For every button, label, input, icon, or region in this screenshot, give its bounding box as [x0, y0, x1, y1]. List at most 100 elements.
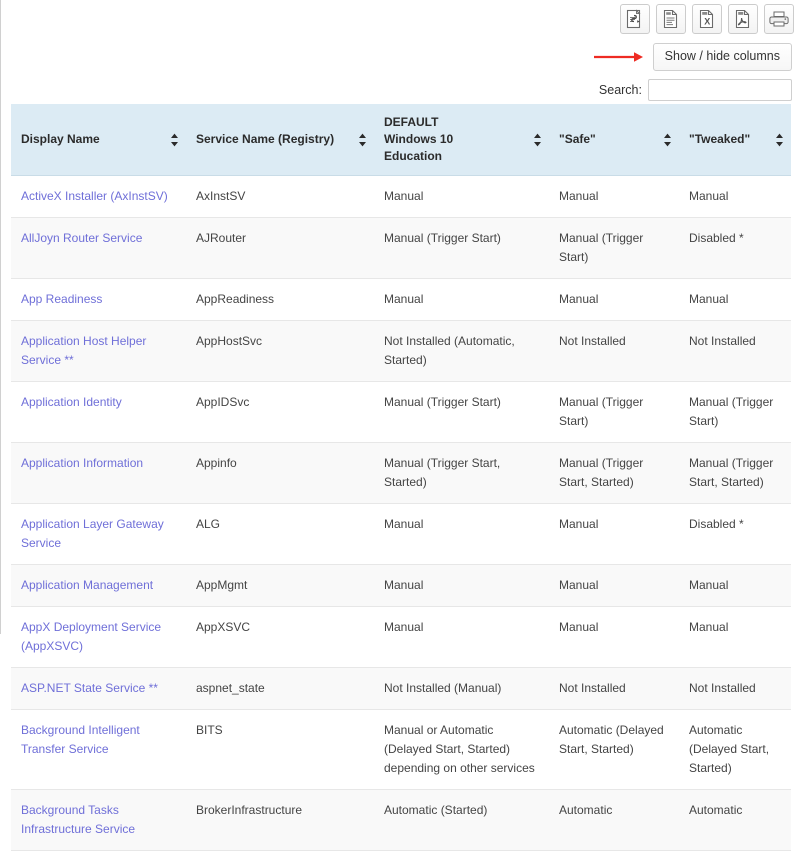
- services-table: Display Name Service Name (Registry): [11, 104, 791, 851]
- service-link[interactable]: Application Management: [21, 578, 153, 592]
- table-row: AllJoyn Router ServiceAJRouterManual (Tr…: [11, 218, 791, 279]
- cell-default: Not Installed (Manual): [374, 668, 549, 710]
- cell-tweaked: Automatic: [679, 790, 791, 851]
- cell-tweaked: Manual: [679, 176, 791, 218]
- column-header-display-name[interactable]: Display Name: [11, 104, 186, 176]
- cell-display-name: Background Intelligent Transfer Service: [11, 710, 186, 790]
- cell-default: Manual (Trigger Start): [374, 218, 549, 279]
- service-link[interactable]: Background Tasks Infrastructure Service: [21, 803, 135, 836]
- table-row: Application Layer Gateway Service ALGManu…: [11, 504, 791, 565]
- column-visibility-row: Show / hide columns: [593, 43, 792, 71]
- service-link[interactable]: Application Identity: [21, 395, 122, 409]
- column-header-service-name[interactable]: Service Name (Registry): [186, 104, 374, 176]
- table-row: App ReadinessAppReadinessManualManualMan…: [11, 279, 791, 321]
- csv-button[interactable]: [656, 4, 686, 34]
- cell-display-name: ASP.NET State Service **: [11, 668, 186, 710]
- cell-safe: Manual (Trigger Start): [549, 382, 679, 443]
- sort-arrows-icon: [663, 133, 672, 147]
- column-header-line-2: Windows 10: [384, 132, 453, 146]
- show-hide-columns-button[interactable]: Show / hide columns: [653, 43, 792, 71]
- table-row: ASP.NET State Service **aspnet_stateNot …: [11, 668, 791, 710]
- cell-display-name: Application Layer Gateway Service: [11, 504, 186, 565]
- cell-service-name: AppMgmt: [186, 565, 374, 607]
- search-input[interactable]: [648, 79, 792, 101]
- cell-service-name: BITS: [186, 710, 374, 790]
- cell-service-name: AxInstSV: [186, 176, 374, 218]
- sort-arrows-icon: [170, 133, 179, 147]
- cell-default: Manual: [374, 279, 549, 321]
- table-row: Application ManagementAppMgmtManualManua…: [11, 565, 791, 607]
- search-label: Search:: [599, 83, 642, 97]
- cell-safe: Automatic (Delayed Start, Started): [549, 710, 679, 790]
- service-link[interactable]: Application Host Helper Service **: [21, 334, 146, 367]
- column-header-safe[interactable]: "Safe": [549, 104, 679, 176]
- pdf-button[interactable]: [728, 4, 758, 34]
- cell-display-name: Background Tasks Infrastructure Service: [11, 790, 186, 851]
- table-row: Application InformationAppinfoManual (Tr…: [11, 443, 791, 504]
- export-toolbar: X: [620, 4, 794, 34]
- cell-display-name: Application Information: [11, 443, 186, 504]
- cell-service-name: AppHostSvc: [186, 321, 374, 382]
- cell-default: Manual: [374, 565, 549, 607]
- cell-service-name: AJRouter: [186, 218, 374, 279]
- cell-default: Manual or Automatic (Delayed Start, Star…: [374, 710, 549, 790]
- cell-safe: Manual (Trigger Start, Started): [549, 443, 679, 504]
- service-link[interactable]: Application Layer Gateway Service: [21, 517, 164, 550]
- cell-tweaked: Not Installed: [679, 321, 791, 382]
- cell-safe: Not Installed: [549, 668, 679, 710]
- service-link[interactable]: AllJoyn Router Service: [21, 231, 142, 245]
- cell-service-name: BrokerInfrastructure: [186, 790, 374, 851]
- column-header-label: Service Name (Registry): [196, 132, 334, 146]
- cell-safe: Manual (Trigger Start): [549, 218, 679, 279]
- cell-safe: Automatic: [549, 790, 679, 851]
- cell-tweaked: Manual: [679, 607, 791, 668]
- copy-icon: [626, 9, 644, 29]
- excel-file-icon: X: [698, 9, 716, 29]
- cell-tweaked: Disabled *: [679, 504, 791, 565]
- excel-button[interactable]: X: [692, 4, 722, 34]
- cell-tweaked: Automatic (Delayed Start, Started): [679, 710, 791, 790]
- table-row: AppX Deployment Service (AppXSVC) AppXSVC…: [11, 607, 791, 668]
- cell-default: Manual (Trigger Start, Started): [374, 443, 549, 504]
- cell-tweaked: Not Installed: [679, 668, 791, 710]
- cell-tweaked: Manual (Trigger Start): [679, 382, 791, 443]
- red-arrow-icon: [593, 49, 645, 65]
- cell-default: Manual (Trigger Start): [374, 382, 549, 443]
- search-row: Search:: [599, 79, 792, 101]
- cell-safe: Manual: [549, 279, 679, 321]
- header-row: Display Name Service Name (Registry): [11, 104, 791, 176]
- cell-default: Manual: [374, 504, 549, 565]
- service-link[interactable]: App Readiness: [21, 292, 102, 306]
- cell-service-name: AppReadiness: [186, 279, 374, 321]
- column-header-label: Display Name: [21, 132, 100, 146]
- service-link[interactable]: Application Information: [21, 456, 143, 470]
- cell-safe: Manual: [549, 565, 679, 607]
- csv-file-icon: [662, 9, 680, 29]
- cell-service-name: AppXSVC: [186, 607, 374, 668]
- service-link[interactable]: Background Intelligent Transfer Service: [21, 723, 140, 756]
- copy-button[interactable]: [620, 4, 650, 34]
- cell-default: Automatic (Started): [374, 790, 549, 851]
- column-header-default[interactable]: DEFAULT Windows 10 Education: [374, 104, 549, 176]
- cell-default: Manual: [374, 607, 549, 668]
- table-row: ActiveX Installer (AxInstSV)AxInstSVManu…: [11, 176, 791, 218]
- service-link[interactable]: ActiveX Installer (AxInstSV): [21, 189, 168, 203]
- cell-display-name: Application Host Helper Service **: [11, 321, 186, 382]
- service-link[interactable]: ASP.NET State Service **: [21, 681, 158, 695]
- cell-safe: Manual: [549, 176, 679, 218]
- cell-display-name: AppX Deployment Service (AppXSVC): [11, 607, 186, 668]
- printer-icon: [769, 10, 789, 28]
- column-header-tweaked[interactable]: "Tweaked": [679, 104, 791, 176]
- cell-service-name: ALG: [186, 504, 374, 565]
- cell-service-name: AppIDSvc: [186, 382, 374, 443]
- sort-arrows-icon: [775, 133, 784, 147]
- services-table-container: Display Name Service Name (Registry): [11, 104, 791, 851]
- cell-display-name: AllJoyn Router Service: [11, 218, 186, 279]
- cell-default: Manual: [374, 176, 549, 218]
- table-row: Background Intelligent Transfer Service B…: [11, 710, 791, 790]
- print-button[interactable]: [764, 4, 794, 34]
- service-link[interactable]: AppX Deployment Service (AppXSVC): [21, 620, 161, 653]
- cell-service-name: aspnet_state: [186, 668, 374, 710]
- svg-text:X: X: [704, 17, 710, 27]
- table-header: Display Name Service Name (Registry): [11, 104, 791, 176]
